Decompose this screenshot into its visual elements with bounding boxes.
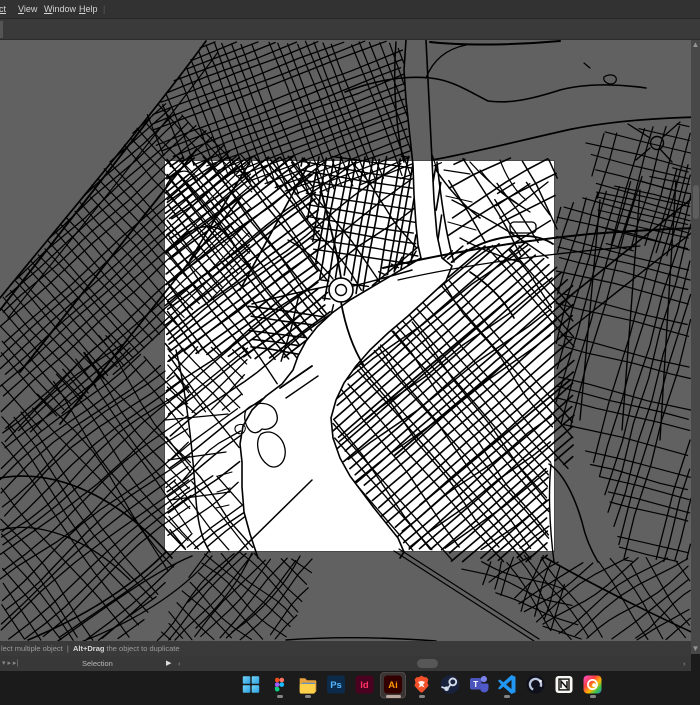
svg-text:Ps: Ps [330, 680, 342, 691]
svg-text:Id: Id [360, 680, 369, 691]
svg-text:Ai: Ai [388, 680, 398, 691]
svg-text:T: T [473, 680, 478, 689]
